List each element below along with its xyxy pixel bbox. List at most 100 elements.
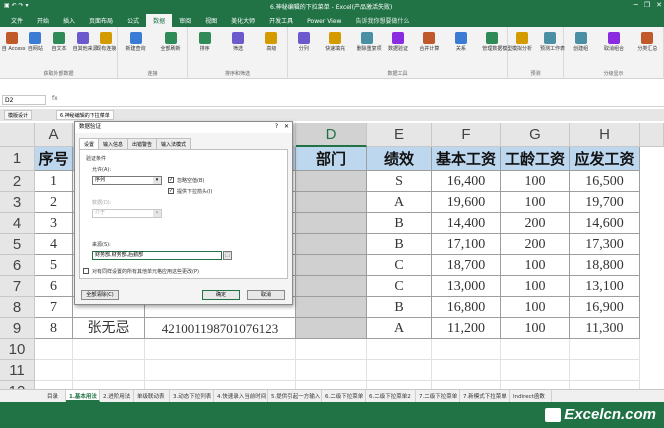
row-header-10[interactable]: 10: [0, 339, 35, 360]
sheet-tab[interactable]: 6.二级下拉菜单2: [366, 390, 416, 402]
cell-D8[interactable]: [296, 297, 367, 318]
cell-F6[interactable]: 18,700: [432, 255, 501, 276]
quick-access-toolbar[interactable]: ▣ ↶ ↷ ▾: [4, 2, 28, 9]
cell-B9[interactable]: 张无忌: [73, 318, 145, 339]
sheet-tab[interactable]: 7.新模式下拉菜单: [460, 390, 510, 402]
ribbon-button[interactable]: 筛选: [228, 29, 248, 52]
row-header-5[interactable]: 5: [0, 234, 35, 255]
apply-all-checkbox[interactable]: [83, 268, 89, 274]
cell-F10[interactable]: [432, 339, 501, 360]
cell-H3[interactable]: 19,700: [570, 192, 640, 213]
cell-D6[interactable]: [296, 255, 367, 276]
tab-1[interactable]: 开始: [30, 14, 56, 27]
cell-D9[interactable]: [296, 318, 367, 339]
cell-F2[interactable]: 16,400: [432, 171, 501, 192]
select-all-corner[interactable]: [0, 123, 35, 147]
help-icon[interactable]: ?: [275, 123, 278, 130]
cell-A11[interactable]: [35, 360, 73, 381]
sheet-tab[interactable]: 7.二级下拉菜单: [416, 390, 460, 402]
ribbon-button[interactable]: 高级: [261, 29, 281, 52]
tell-me-search[interactable]: 告诉我你想要做什么: [348, 14, 416, 27]
tab-6[interactable]: 审阅: [172, 14, 198, 27]
ribbon-button[interactable]: 预测工作表: [540, 29, 565, 52]
cell-F5[interactable]: 17,100: [432, 234, 501, 255]
cell-A3[interactable]: 2: [35, 192, 73, 213]
cell-G4[interactable]: 200: [501, 213, 570, 234]
cell-D11[interactable]: [296, 360, 367, 381]
cell-E4[interactable]: B: [367, 213, 432, 234]
cell-H11[interactable]: [570, 360, 640, 381]
cell-A10[interactable]: [35, 339, 73, 360]
cell-B10[interactable]: [73, 339, 145, 360]
ignore-blank-checkbox[interactable]: ✓: [168, 177, 174, 183]
ribbon-button[interactable]: 管理数据模型: [482, 29, 512, 52]
cell-A8[interactable]: 7: [35, 297, 73, 318]
row-header-4[interactable]: 4: [0, 213, 35, 234]
ribbon-button[interactable]: 自 Access: [2, 29, 26, 52]
clear-all-button[interactable]: 全部清除(C): [81, 290, 119, 300]
cell-G5[interactable]: 200: [501, 234, 570, 255]
sheet-tab[interactable]: 单级联动表: [134, 390, 170, 402]
column-header-A[interactable]: A: [35, 123, 73, 147]
cell-E6[interactable]: C: [367, 255, 432, 276]
cell-F3[interactable]: 19,600: [432, 192, 501, 213]
workbook-tab[interactable]: 模版设计: [4, 110, 33, 120]
row-header-7[interactable]: 7: [0, 276, 35, 297]
cell-F1[interactable]: 基本工资: [432, 147, 501, 171]
row-header-8[interactable]: 8: [0, 297, 35, 318]
cell-G9[interactable]: 100: [501, 318, 570, 339]
cell-E1[interactable]: 绩效: [367, 147, 432, 171]
minimize-icon[interactable]: ─: [634, 1, 638, 9]
tab-5[interactable]: 数据: [146, 14, 173, 27]
sheet-tab[interactable]: 5.提供引起一方输入: [268, 390, 322, 402]
ribbon-button[interactable]: 删除重复项: [357, 29, 382, 52]
dropdown-checkbox[interactable]: ✓: [168, 188, 174, 194]
ribbon-button[interactable]: 分类汇总: [637, 29, 657, 52]
cell-E8[interactable]: B: [367, 297, 432, 318]
ribbon-button[interactable]: 数据验证: [388, 29, 408, 52]
column-header-H[interactable]: H: [570, 123, 640, 147]
sheet-tab[interactable]: Indirect函数: [510, 390, 552, 402]
ribbon-button[interactable]: 关系: [451, 29, 471, 52]
cell-C11[interactable]: [145, 360, 296, 381]
cell-F11[interactable]: [432, 360, 501, 381]
ribbon-button[interactable]: 取消组合: [604, 29, 624, 52]
ok-button[interactable]: 确定: [202, 290, 240, 300]
restore-icon[interactable]: ❐: [644, 1, 650, 9]
ribbon-button[interactable]: 分列: [294, 29, 314, 52]
row-header-2[interactable]: 2: [0, 171, 35, 192]
cell-D2[interactable]: [296, 171, 367, 192]
cell-H8[interactable]: 16,900: [570, 297, 640, 318]
cell-G11[interactable]: [501, 360, 570, 381]
ribbon-button[interactable]: 新建查询: [126, 29, 146, 52]
cell-A4[interactable]: 3: [35, 213, 73, 234]
ribbon-button[interactable]: 快速填充: [325, 29, 345, 52]
cell-E5[interactable]: B: [367, 234, 432, 255]
cell-G7[interactable]: 100: [501, 276, 570, 297]
cell-H6[interactable]: 18,800: [570, 255, 640, 276]
cell-H7[interactable]: 13,100: [570, 276, 640, 297]
cell-A5[interactable]: 4: [35, 234, 73, 255]
row-header-6[interactable]: 6: [0, 255, 35, 276]
sheet-tab[interactable]: 1.基本用法: [66, 390, 100, 402]
cell-G3[interactable]: 100: [501, 192, 570, 213]
tab-3[interactable]: 页面布局: [82, 14, 120, 27]
cell-H1[interactable]: 应发工资: [570, 147, 640, 171]
cell-B11[interactable]: [73, 360, 145, 381]
cell-E7[interactable]: C: [367, 276, 432, 297]
cell-C9[interactable]: 421001198701076123: [145, 318, 296, 339]
tab-2[interactable]: 插入: [56, 14, 82, 27]
cell-D3[interactable]: [296, 192, 367, 213]
allow-select[interactable]: 序列 ▾: [92, 176, 162, 185]
tab-9[interactable]: 开发工具: [262, 14, 300, 27]
cell-F4[interactable]: 14,400: [432, 213, 501, 234]
tab-7[interactable]: 视图: [198, 14, 224, 27]
cell-G1[interactable]: 工龄工资: [501, 147, 570, 171]
cell-D5[interactable]: [296, 234, 367, 255]
column-header-E[interactable]: E: [367, 123, 432, 147]
cell-E3[interactable]: A: [367, 192, 432, 213]
ribbon-button[interactable]: 排序: [195, 29, 215, 52]
column-header-F[interactable]: F: [432, 123, 501, 147]
sheet-tab[interactable]: 目录: [44, 390, 66, 402]
ribbon-button[interactable]: 创建组: [571, 29, 591, 52]
